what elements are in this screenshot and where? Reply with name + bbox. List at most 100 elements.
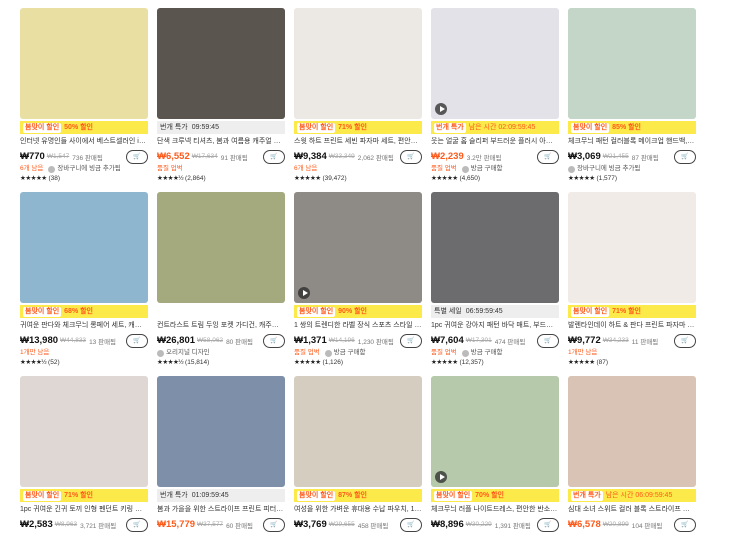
add-to-cart-icon[interactable]: 🛒	[400, 517, 422, 532]
product-title[interactable]: 1pc 귀여운 긴귀 토끼 인형 펜던트 키링 소녀…	[20, 505, 148, 515]
product-title[interactable]: 봄과 가을을 위한 스트라이프 프린트 피터팬 …	[157, 505, 285, 515]
price: ₩770	[20, 151, 45, 162]
product-image[interactable]	[431, 8, 559, 119]
product-title[interactable]: 웃는 얼굴 홈 슬리퍼 부드러운 플러시 아늑한 …	[431, 137, 559, 147]
original-price: ₩17,634	[191, 153, 218, 160]
product-image[interactable]	[568, 8, 696, 119]
product-image[interactable]	[431, 376, 559, 487]
product-card[interactable]: 번개 특가 남은 시간 02:09:59:45 웃는 얼굴 홈 슬리퍼 부드러운 플…	[431, 8, 559, 184]
promo-banner: 봄맞이 할인 90% 할인	[294, 305, 422, 318]
product-card[interactable]: 번개 특가 남은 시간 06:09:59:45 심대 소녀 스위트 컬러 블록 스트…	[568, 376, 696, 532]
product-row: 봄맞이 할인 71% 할인 1pc 귀여운 긴귀 토끼 인형 펜던트 키링 소녀… ₩…	[20, 376, 720, 532]
price: ₩13,980	[20, 335, 59, 346]
product-title[interactable]: 여성을 위한 가벼운 휴대용 수납 파우치, 1개…	[294, 505, 422, 515]
add-to-cart-icon[interactable]: 🛒	[537, 149, 559, 164]
promo-tag: 번개 특가	[434, 122, 466, 133]
product-title[interactable]: 단색 크루넥 티셔츠, 봄과 여름용 캐주얼 반…	[157, 137, 285, 147]
price: ₩2,239	[431, 151, 464, 162]
product-card[interactable]: 봄맞이 할인 71% 할인 발렌타인데이 하트 & 판다 프린트 파자마 세… ₩9,…	[568, 192, 696, 368]
avatar	[48, 165, 56, 173]
product-title[interactable]: 인터넷 유명인들 사이에서 베스트셀러인 iPh…	[20, 137, 148, 147]
product-card[interactable]: 봄맞이 할인 50% 할인인터넷 유명인들 사이에서 베스트셀러인 iPh… ₩77…	[20, 8, 148, 184]
product-card[interactable]: 봄맞이 할인 85% 할인 체크무늬 패턴 컬러블록 메이크업 핸드백, 지… ₩3,…	[568, 8, 696, 184]
product-card[interactable]: 봄맞이 할인 87% 할인 여성을 위한 가벼운 휴대용 수납 파우치, 1개… ₩3…	[294, 376, 422, 532]
stock-badge: 품질 업벅	[157, 165, 183, 172]
discount-text: 90% 할인	[338, 308, 367, 315]
product-image[interactable]	[294, 8, 422, 119]
rating: ★★★★★ (87)	[568, 358, 696, 368]
product-card[interactable]: 봄맞이 할인 71% 할인 스윗 하트 프린트 세빈 파자마 세트, 편안한 … ₩9…	[294, 8, 422, 184]
add-to-cart-icon[interactable]: 🛒	[126, 149, 148, 164]
star-rating-icon: ★★★★★	[431, 175, 458, 182]
original-price: ₩34,233	[602, 337, 629, 344]
sold-count: 1,391 판매됨	[494, 522, 531, 530]
add-to-cart-icon[interactable]: 🛒	[400, 149, 422, 164]
price-row: ₩13,980 ₩44,833 13 판매됨 🛒	[20, 333, 148, 348]
promo-label: 번개 특가	[160, 492, 188, 499]
product-image[interactable]	[568, 376, 696, 487]
add-to-cart-icon[interactable]: 🛒	[674, 517, 696, 532]
product-image[interactable]	[431, 192, 559, 303]
add-to-cart-icon[interactable]: 🛒	[126, 517, 148, 532]
product-image[interactable]	[20, 376, 148, 487]
add-to-cart-icon[interactable]: 🛒	[537, 333, 559, 348]
price-row: ₩8,896 ₩30,229 1,391 판매됨 🛒	[431, 517, 559, 532]
countdown-timer: 01:09:59:45	[191, 492, 229, 499]
product-image[interactable]	[20, 192, 148, 303]
play-icon[interactable]	[435, 103, 447, 115]
product-image[interactable]	[157, 376, 285, 487]
product-title[interactable]: 체크무늬 러플 나이트드레스, 편안한 반소매 …	[431, 505, 559, 515]
add-to-cart-icon[interactable]: 🛒	[674, 333, 696, 348]
play-icon[interactable]	[298, 287, 310, 299]
product-title[interactable]: 체크무늬 패턴 컬러블록 메이크업 핸드백, 지…	[568, 137, 696, 147]
product-title[interactable]: 귀여운 판다와 체크무늬 롱페어 세트, 캐주얼…	[20, 321, 148, 331]
promo-tag: 봄맞이 할인	[297, 122, 336, 133]
product-card[interactable]: 번개 특가 01:09:59:45 봄과 가을을 위한 스트라이프 프린트 피터팬 …	[157, 376, 285, 532]
add-to-cart-icon[interactable]: 🛒	[263, 149, 285, 164]
promo-tag: 봄맞이 할인	[23, 122, 62, 133]
original-price: ₩33,349	[328, 153, 355, 160]
discount-text: 50% 할인	[64, 124, 93, 131]
product-image[interactable]	[294, 192, 422, 303]
add-to-cart-icon[interactable]: 🛒	[674, 149, 696, 164]
price: ₩2,583	[20, 519, 53, 530]
add-to-cart-icon[interactable]: 🛒	[263, 333, 285, 348]
price-row: ₩6,578 ₩20,899 104 판매됨 🛒	[568, 517, 696, 532]
product-card[interactable]: 봄맞이 할인 71% 할인 1pc 귀여운 긴귀 토끼 인형 펜던트 키링 소녀… ₩…	[20, 376, 148, 532]
sold-count: 2,062 판매됨	[357, 154, 394, 162]
add-to-cart-icon[interactable]: 🛒	[537, 517, 559, 532]
product-title[interactable]: 컨트라스트 트림 두잉 포켓 가디건, 캐주얼 롱…	[157, 321, 285, 331]
promo-tag: 봄맞이 할인	[434, 490, 473, 501]
product-image[interactable]	[568, 192, 696, 303]
sold-count: 13 판매됨	[89, 338, 117, 346]
promo-banner: 번개 특가 남은 시간 02:09:59:45	[431, 121, 559, 134]
add-to-cart-icon[interactable]: 🛒	[263, 517, 285, 532]
promo-banner: 특별 세일 06:59:59:45	[431, 305, 559, 318]
product-image[interactable]	[157, 192, 285, 303]
price: ₩26,801	[157, 335, 196, 346]
countdown-timer: 남은 시간 02:09:59:45	[468, 124, 536, 131]
product-title[interactable]: 심대 소녀 스위트 컬러 블록 스트라이프 탱크…	[568, 505, 696, 515]
star-rating-icon: ★★★★★	[294, 175, 321, 182]
price-row: ₩6,552 ₩17,634 91 판매됨 🛒	[157, 149, 285, 164]
product-card[interactable]: 봄맞이 할인 90% 할인 1 쌍의 트렌디한 라벨 장식 스포츠 스타일 … ₩1,…	[294, 192, 422, 368]
product-title[interactable]: 스윗 하트 프린트 세빈 파자마 세트, 편안한 …	[294, 137, 422, 147]
product-card[interactable]: 봄맞이 할인 68% 할인 귀여운 판다와 체크무늬 롱페어 세트, 캐주얼… ₩13…	[20, 192, 148, 368]
price-row: ₩770 ₩1,547 736 판매됨 🛒	[20, 149, 148, 164]
product-title[interactable]: 1pc 귀여운 강아지 패턴 바닥 매트, 부드러운…	[431, 321, 559, 331]
original-price: ₩14,196	[328, 337, 355, 344]
product-card[interactable]: 번개 특가 09:59:45 단색 크루넥 티셔츠, 봄과 여름용 캐주얼 반… ₩6…	[157, 8, 285, 184]
product-card[interactable]: 특별 세일 06:59:59:45 1pc 귀여운 강아지 패턴 바닥 매트, 부드…	[431, 192, 559, 368]
add-to-cart-icon[interactable]: 🛒	[400, 333, 422, 348]
product-card[interactable]: 컨트라스트 트림 두잉 포켓 가디건, 캐주얼 롱… ₩26,801 ₩58,062…	[157, 192, 285, 368]
product-image[interactable]	[157, 8, 285, 119]
product-title[interactable]: 발렌타인데이 하트 & 판다 프린트 파자마 세…	[568, 321, 696, 331]
price-row: ₩9,772 ₩34,233 11 판매됨 🛒	[568, 333, 696, 348]
product-image[interactable]	[294, 376, 422, 487]
play-icon[interactable]	[435, 471, 447, 483]
product-title[interactable]: 1 쌍의 트렌디한 라벨 장식 스포츠 스타일 …	[294, 321, 422, 331]
product-card[interactable]: 봄맞이 할인 70% 할인 체크무늬 러플 나이트드레스, 편안한 반소매 … ₩8,…	[431, 376, 559, 532]
product-image[interactable]	[20, 8, 148, 119]
add-to-cart-icon[interactable]: 🛒	[126, 333, 148, 348]
sold-count: 474 판매됨	[494, 338, 526, 346]
